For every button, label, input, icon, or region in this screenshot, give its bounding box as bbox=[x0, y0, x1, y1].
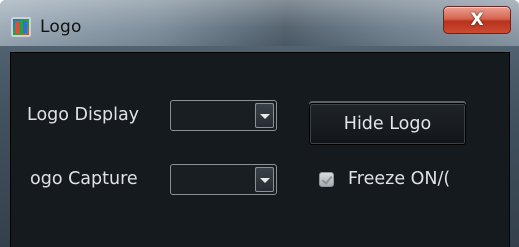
close-button[interactable]: X bbox=[443, 6, 511, 34]
logo-app-icon bbox=[11, 17, 31, 37]
logo-capture-dropdown[interactable] bbox=[170, 164, 277, 195]
logo-panel: Logo Display ogo Capture Hide Logo Freez… bbox=[10, 52, 510, 247]
chevron-down-icon[interactable] bbox=[255, 103, 274, 128]
hide-logo-button-label: Hide Logo bbox=[343, 114, 432, 134]
logo-display-label: Logo Display bbox=[27, 105, 140, 125]
hide-logo-button[interactable]: Hide Logo bbox=[309, 103, 466, 145]
logo-capture-label: ogo Capture bbox=[30, 169, 138, 189]
chevron-down-icon[interactable] bbox=[255, 167, 274, 192]
window-title: Logo bbox=[40, 17, 82, 37]
freeze-label: Freeze ON/( bbox=[348, 169, 451, 189]
close-icon: X bbox=[470, 9, 484, 30]
freeze-checkbox[interactable] bbox=[319, 172, 334, 187]
logo-display-dropdown[interactable] bbox=[170, 100, 277, 131]
logo-window: Logo X Logo Display ogo Capture Hide Log… bbox=[0, 0, 519, 247]
title-bar[interactable]: Logo X bbox=[0, 0, 519, 46]
